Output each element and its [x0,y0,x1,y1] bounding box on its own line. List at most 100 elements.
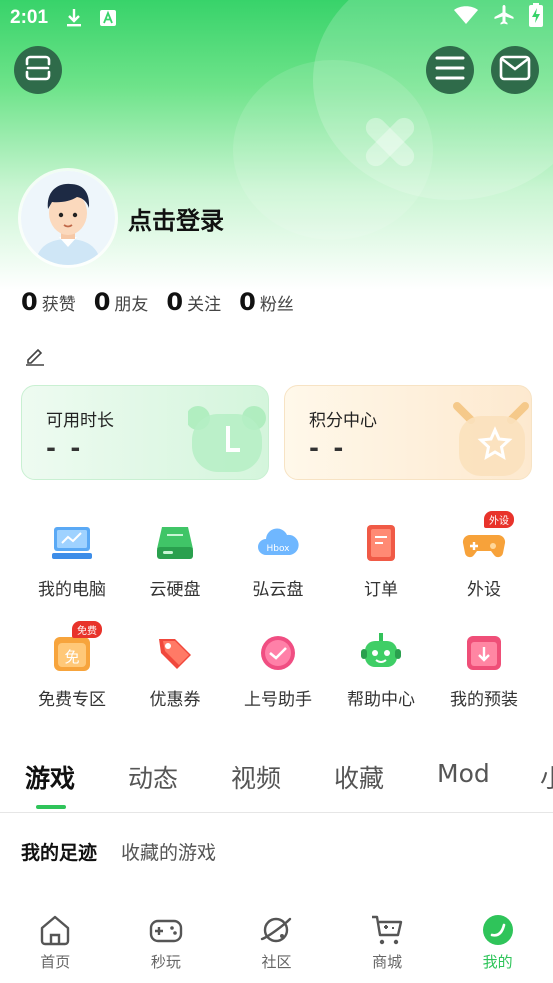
card-value: - - [46,434,84,462]
grid-item-peripherals[interactable]: 外设 外设 [433,511,535,625]
airplane-icon [493,4,515,32]
home-icon [38,913,72,947]
wifi-icon [453,5,479,31]
stat-fans[interactable]: 0 粉丝 [239,288,294,316]
gamepad-icon: 外设 [462,511,514,565]
content-tabs: 游戏 动态 视频 收藏 Mod 小 [0,755,553,813]
stat-label: 朋友 [114,295,149,315]
nav-label: 社区 [261,953,292,971]
tab-mod[interactable]: Mod [437,759,490,788]
gamepad-icon [149,913,183,947]
scan-button[interactable] [14,46,62,94]
nav-label: 商城 [372,953,403,971]
grid-item-login-helper[interactable]: 上号助手 [227,625,329,735]
active-tab-indicator [36,805,66,809]
order-icon [359,521,403,565]
grid-item-cloud-disk[interactable]: 云硬盘 [124,515,226,625]
font-a-icon [98,8,118,28]
nav-label: 首页 [40,953,71,971]
grid-item-label: 我的电脑 [38,580,106,600]
stat-value: 0 [239,288,256,316]
stat-label: 粉丝 [259,295,294,315]
stat-likes[interactable]: 0 获赞 [21,288,76,316]
avatar[interactable] [21,171,115,265]
cart-icon [370,913,404,947]
points-center-card[interactable]: 积分中心 - - [284,385,532,480]
nav-store[interactable]: 商城 [332,903,443,983]
stats-row: 0 获赞 0 朋友 0 关注 0 粉丝 [21,288,294,316]
nav-quick-play[interactable]: 秒玩 [111,903,222,983]
grid-item-free-zone[interactable]: 免 免费 免费专区 [21,621,123,735]
grid-row: 我的电脑 云硬盘 Hbox 弘云盘 订单 外设 外设 [0,511,553,625]
grid-item-orders[interactable]: 订单 [330,515,432,625]
card-title: 可用时长 [46,411,114,431]
help-robot-icon [359,631,403,675]
grid-item-coupon[interactable]: 优惠券 [124,625,226,735]
grid-item-label: 我的预装 [450,690,518,710]
card-title: 积分中心 [309,411,377,431]
status-bar: 2:01 [0,0,553,36]
grid-item-label: 云硬盘 [149,580,201,600]
grid-item-label: 订单 [364,580,398,600]
grid-item-label: 弘云盘 [252,580,304,600]
nav-home[interactable]: 首页 [0,903,111,983]
cloud-disk-icon [153,521,197,565]
free-zone-text: 免 [64,648,79,666]
download-icon [64,8,84,28]
bottom-navigation: 首页 秒玩 社区 商城 我的 [0,903,553,983]
grid-item-label: 上号助手 [244,690,312,710]
grid-item-label: 优惠券 [149,690,201,710]
subtab-favorite-games[interactable]: 收藏的游戏 [121,838,216,865]
feature-grid: 我的电脑 云硬盘 Hbox 弘云盘 订单 外设 外设 免 免费 免费专区 优惠券… [0,511,553,735]
nav-label: 我的 [482,953,513,971]
stat-friends[interactable]: 0 朋友 [94,288,149,316]
mail-icon [499,55,531,85]
card-value: - - [309,434,347,462]
sub-tabs: 我的足迹 收藏的游戏 [21,838,216,865]
mail-button[interactable] [491,46,539,94]
star-decor-icon [453,402,529,476]
grid-item-label: 免费专区 [38,690,106,710]
clock-decor-icon [188,406,266,472]
profile-leaf-icon [481,913,515,947]
stat-value: 0 [166,288,184,316]
nav-community[interactable]: 社区 [221,903,332,983]
menu-icon [435,55,465,85]
nav-label: 秒玩 [150,953,181,971]
scan-icon [23,53,53,87]
grid-row: 免 免费 免费专区 优惠券 上号助手 帮助中心 我的预装 [0,621,553,735]
planet-icon [259,913,293,947]
grid-item-help-center[interactable]: 帮助中心 [330,625,432,735]
grid-item-label: 外设 [467,580,501,600]
stat-following[interactable]: 0 关注 [166,288,221,316]
status-time: 2:01 [10,7,49,28]
grid-item-label: 帮助中心 [347,690,415,710]
hbox-text: Hbox [266,544,290,554]
grid-item-my-preinstall[interactable]: 我的预装 [433,625,535,735]
grid-item-hbox-cloud[interactable]: Hbox 弘云盘 [227,515,329,625]
free-badge: 免费 [72,621,102,638]
computer-icon [50,521,94,565]
available-time-card[interactable]: 可用时长 - - [21,385,269,480]
decor-cross [360,112,420,172]
edit-icon[interactable] [24,345,46,367]
tab-games[interactable]: 游戏 [25,759,75,795]
coupon-icon [153,631,197,675]
peripheral-badge: 外设 [484,511,514,528]
login-label[interactable]: 点击登录 [128,201,224,236]
grid-item-my-computer[interactable]: 我的电脑 [21,515,123,625]
tab-more[interactable]: 小 [540,759,553,795]
free-zone-icon: 免 免费 [50,621,102,675]
subtab-my-footprint[interactable]: 我的足迹 [21,838,97,865]
tab-videos[interactable]: 视频 [231,759,281,795]
tab-moments[interactable]: 动态 [128,759,178,795]
menu-button[interactable] [426,46,474,94]
tab-favorites[interactable]: 收藏 [334,759,384,795]
nav-mine[interactable]: 我的 [442,903,553,983]
hbox-cloud-icon: Hbox [256,521,300,565]
preinstall-icon [462,631,506,675]
stat-label: 关注 [187,295,222,315]
stat-label: 获赞 [41,295,76,315]
stat-value: 0 [93,288,111,316]
login-helper-icon [256,631,300,675]
